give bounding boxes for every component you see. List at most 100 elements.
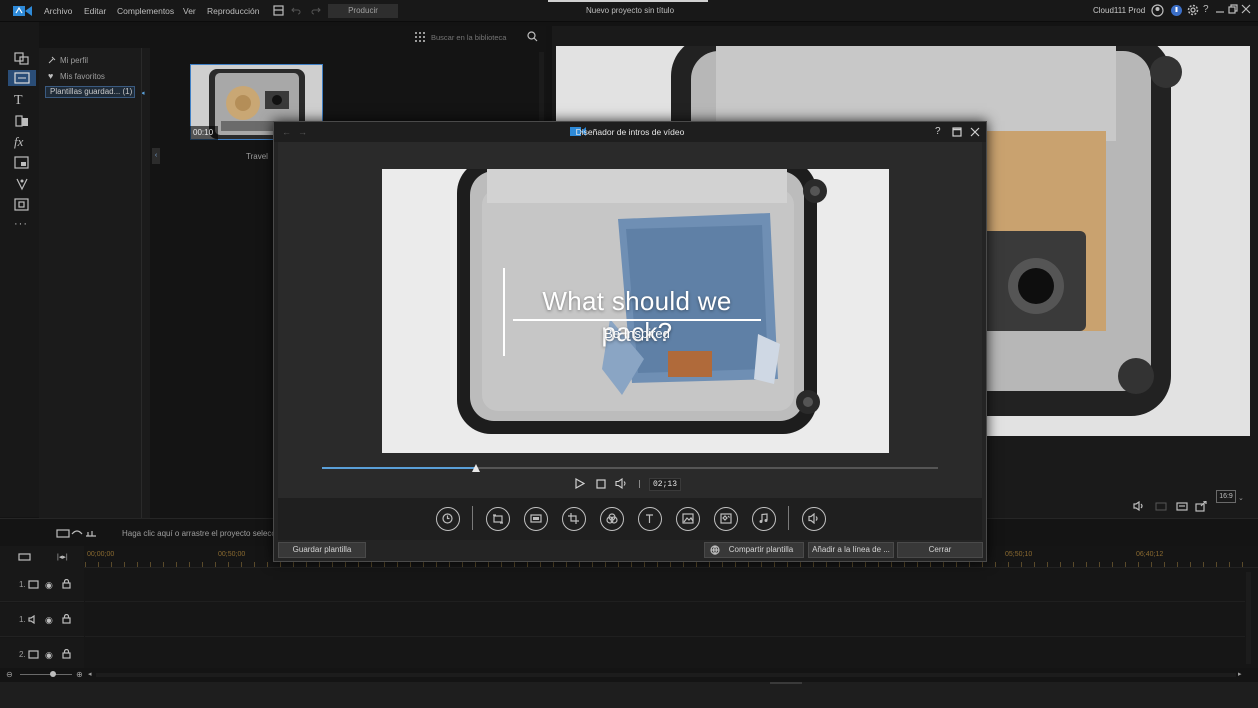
dialog-close-icon[interactable]	[970, 127, 980, 137]
track-video-1[interactable]	[85, 568, 1245, 602]
restore-icon[interactable]	[1228, 4, 1238, 14]
app-logo-icon	[13, 5, 32, 17]
intro-video-preview[interactable]: What should we pack? Be Inspired	[382, 169, 889, 453]
music-button[interactable]	[752, 507, 776, 531]
particle-room-icon[interactable]	[14, 177, 30, 191]
crop-button[interactable]	[562, 507, 586, 531]
grid-view-icon[interactable]	[415, 32, 425, 42]
zoom-in-icon[interactable]: ⊕	[76, 670, 83, 679]
eye-icon[interactable]: ◉	[45, 650, 53, 661]
volume-icon[interactable]	[615, 478, 628, 489]
timecode-display[interactable]: 02;13	[649, 478, 681, 491]
scroll-right-icon[interactable]: ▸	[1238, 670, 1242, 678]
transition-room-icon[interactable]	[14, 114, 30, 128]
profile-icon	[48, 56, 56, 64]
menu-archivo[interactable]: Archivo	[44, 6, 72, 16]
ruler-time-1: 00;50;00	[218, 551, 246, 558]
undock-preview-icon[interactable]	[1195, 501, 1207, 512]
track-number: 1.	[19, 615, 26, 624]
timeline-hint[interactable]: Haga clic aquí o arrastre el proyecto se…	[122, 529, 275, 538]
dialog-title: Diseñador de intros de vídeo	[575, 127, 685, 137]
effects-button[interactable]	[600, 507, 624, 531]
background-button[interactable]	[524, 507, 548, 531]
track-manager-icon[interactable]	[18, 553, 31, 561]
zoom-slider[interactable]	[20, 674, 72, 675]
intro-subtitle-text[interactable]: Be Inspired	[512, 326, 762, 341]
title-room-icon[interactable]: T	[14, 93, 30, 108]
template-room-icon[interactable]	[14, 72, 30, 86]
snapshot-icon[interactable]	[1155, 502, 1167, 511]
timeline-zoom-bar: ⊖ ⊕ ◂ ▸	[0, 668, 1258, 682]
aspect-ratio-button[interactable]: 16:9	[1216, 490, 1236, 503]
user-name[interactable]: Cloud111 Prod	[1093, 6, 1145, 15]
ruler-ticks	[85, 562, 1245, 567]
ruler-time-0: 00;00;00	[87, 551, 115, 558]
close-dialog-button[interactable]: Cerrar	[897, 542, 983, 558]
status-strip	[0, 682, 1258, 708]
undo-icon[interactable]	[291, 6, 301, 15]
scrubber-handle[interactable]	[472, 464, 480, 472]
timeline-mode-icon[interactable]	[70, 528, 98, 538]
add-to-timeline-button[interactable]: Añadir a la línea de ...	[808, 542, 894, 558]
project-tab-indicator	[548, 0, 708, 2]
replace-media-button[interactable]	[486, 507, 510, 531]
title-button[interactable]	[638, 507, 662, 531]
effect-room-icon[interactable]: fx	[14, 134, 30, 149]
aspect-dropdown-icon[interactable]: ⌄	[1238, 494, 1244, 502]
notification-icon[interactable]	[1170, 4, 1183, 17]
collapse-panel-icon[interactable]: ‹	[152, 148, 160, 164]
image-button[interactable]	[676, 507, 700, 531]
fit-timeline-icon[interactable]: |◂▸|	[57, 553, 68, 561]
eye-icon[interactable]: ◉	[45, 615, 53, 626]
menu-reproduccion[interactable]: Reproducción	[207, 6, 259, 16]
save-template-button[interactable]: Guardar plantilla	[278, 542, 366, 558]
chapter-room-icon[interactable]	[14, 198, 30, 212]
lock-icon[interactable]	[62, 649, 71, 659]
zoom-slider-knob[interactable]	[50, 671, 56, 677]
more-icon[interactable]: ···	[14, 218, 30, 232]
ruler-time-3: 06;40;12	[1136, 551, 1164, 558]
audio-volume-button[interactable]	[802, 507, 826, 531]
preview-volume-icon[interactable]	[1133, 501, 1145, 511]
search-input[interactable]	[431, 31, 531, 44]
tracks-scrollbar[interactable]	[1246, 572, 1251, 664]
audio-track-icon	[28, 615, 39, 624]
eye-icon[interactable]: ◉	[45, 580, 53, 591]
search-icon[interactable]	[527, 31, 538, 42]
tree-item-saved-templates[interactable]: Plantillas guardad... (1)	[45, 86, 135, 98]
track-audio-1[interactable]	[85, 603, 1245, 637]
storyboard-icon[interactable]	[56, 529, 70, 538]
pip-room-icon[interactable]	[14, 156, 30, 170]
preview-settings-icon[interactable]	[1176, 502, 1188, 511]
track-video-2[interactable]	[85, 638, 1245, 672]
stop-icon[interactable]	[596, 479, 606, 489]
layout-icon[interactable]	[273, 5, 284, 16]
redo-icon[interactable]	[311, 6, 321, 15]
panel-resize-handle[interactable]	[770, 682, 802, 684]
zoom-out-icon[interactable]: ⊖	[6, 670, 13, 679]
help-icon[interactable]: ?	[1203, 4, 1209, 15]
menu-editar[interactable]: Editar	[84, 6, 106, 16]
media-room-icon[interactable]	[14, 52, 30, 66]
dialog-maximize-icon[interactable]	[952, 127, 962, 137]
menu-complementos[interactable]: Complementos	[117, 6, 174, 16]
timeline-hscroll[interactable]	[96, 673, 1236, 677]
close-app-icon[interactable]	[1241, 4, 1251, 14]
track-header-video-2: 2. ◉	[0, 638, 84, 672]
lock-icon[interactable]	[62, 579, 71, 589]
scroll-left-icon[interactable]: ◂	[88, 670, 92, 678]
timeline-tracks: 1. ◉ 1. ◉ 2. ◉	[0, 568, 1258, 672]
lock-icon[interactable]	[62, 614, 71, 624]
play-icon[interactable]	[575, 478, 585, 489]
duration-button[interactable]	[436, 507, 460, 531]
settings-icon[interactable]	[1187, 4, 1199, 16]
minimize-icon[interactable]	[1215, 4, 1225, 14]
dialog-title-bar[interactable]: ← → Diseñador de intros de vídeo ?	[274, 122, 986, 142]
menu-ver[interactable]: Ver	[183, 6, 196, 16]
produce-button[interactable]: Producir	[328, 4, 398, 18]
sticker-button[interactable]	[714, 507, 738, 531]
account-icon[interactable]	[1151, 4, 1164, 17]
tree-item-favorites[interactable]: Mis favoritos	[60, 72, 105, 81]
tree-item-profile[interactable]: Mi perfil	[60, 56, 88, 65]
dialog-help-icon[interactable]: ?	[935, 126, 941, 137]
